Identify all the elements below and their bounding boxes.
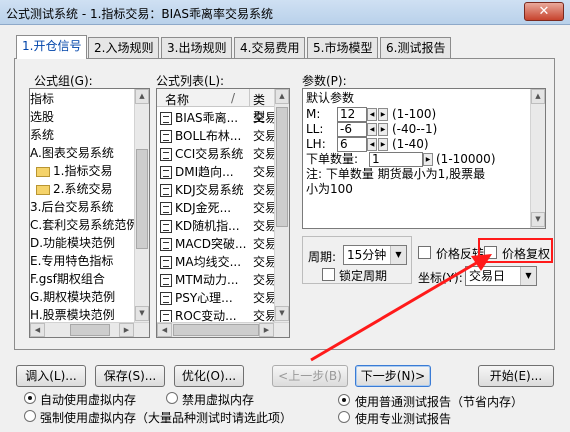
tab-open-signal[interactable]: 1.开仓信号 [16, 35, 88, 59]
normal-report-label: 使用普通测试报告（节省内存） [355, 395, 524, 409]
disable-virtual-memory-radio[interactable] [166, 392, 178, 404]
import-button[interactable]: 调入(L)... [16, 365, 86, 387]
next-button[interactable]: 下一步(N)> [355, 365, 431, 387]
disable-virtual-memory-label: 禁用虚拟内存 [182, 393, 255, 407]
force-virtual-memory-radio[interactable] [24, 410, 36, 422]
pro-report-label: 使用专业测试报告 [355, 412, 452, 426]
normal-report-radio[interactable] [338, 394, 350, 406]
prev-button[interactable]: <上一步(B) [272, 365, 348, 387]
start-button[interactable]: 开始(E)... [478, 365, 554, 387]
save-button[interactable]: 保存(S)... [95, 365, 165, 387]
auto-virtual-memory-label: 自动使用虚拟内存 [40, 393, 137, 407]
pro-report-radio[interactable] [338, 411, 350, 423]
auto-virtual-memory-radio[interactable] [24, 392, 36, 404]
optimize-button[interactable]: 优化(O)... [174, 365, 244, 387]
force-virtual-memory-label: 强制使用虚拟内存（大量品种测试时请选此项） [40, 411, 293, 425]
